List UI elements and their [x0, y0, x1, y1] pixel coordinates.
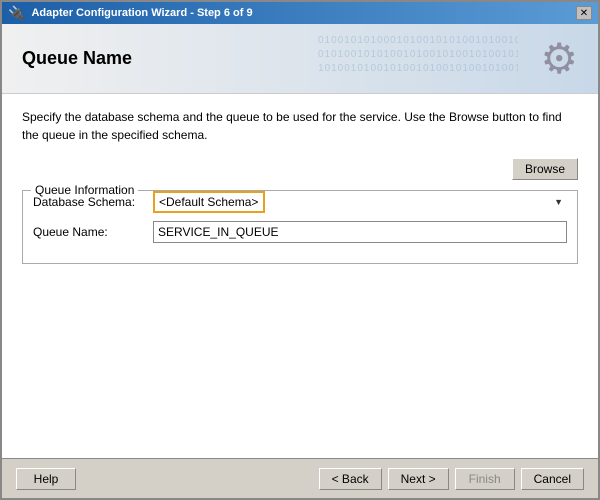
finish-button[interactable]: Finish: [455, 468, 515, 490]
window-title: Adapter Configuration Wizard - Step 6 of…: [31, 7, 252, 19]
back-button[interactable]: < Back: [319, 468, 382, 490]
wizard-window: 🔌 Adapter Configuration Wizard - Step 6 …: [0, 0, 600, 500]
binary-background: 0100101010001010010101001010010100101001…: [318, 34, 518, 104]
queue-name-input[interactable]: [153, 221, 567, 243]
queue-name-row: Queue Name:: [33, 221, 567, 243]
group-legend: Queue Information: [31, 183, 138, 197]
title-bar: 🔌 Adapter Configuration Wizard - Step 6 …: [2, 2, 598, 24]
cancel-button[interactable]: Cancel: [521, 468, 584, 490]
queue-name-label: Queue Name:: [33, 225, 153, 239]
db-schema-label: Database Schema:: [33, 195, 153, 209]
browse-row: Browse: [22, 158, 578, 180]
footer: Help < Back Next > Finish Cancel: [2, 458, 598, 498]
header-title: Queue Name: [22, 48, 132, 69]
gear-icon: ⚙: [540, 34, 578, 83]
footer-right: < Back Next > Finish Cancel: [319, 468, 584, 490]
description-text: Specify the database schema and the queu…: [22, 108, 578, 144]
browse-button[interactable]: Browse: [512, 158, 578, 180]
header-banner: Queue Name 01001010100010100101010010100…: [2, 24, 598, 94]
queue-info-group: Queue Information Database Schema: <Defa…: [22, 190, 578, 264]
title-bar-left: 🔌 Adapter Configuration Wizard - Step 6 …: [8, 5, 253, 22]
app-icon: 🔌: [8, 5, 25, 22]
close-button[interactable]: ✕: [576, 6, 592, 20]
db-schema-select[interactable]: <Default Schema>: [153, 191, 265, 213]
main-content: Specify the database schema and the queu…: [2, 94, 598, 458]
next-button[interactable]: Next >: [388, 468, 449, 490]
help-button[interactable]: Help: [16, 468, 76, 490]
header-right: 0100101010001010010101001010010100101001…: [540, 34, 578, 83]
db-schema-select-wrapper: <Default Schema>: [153, 191, 567, 213]
